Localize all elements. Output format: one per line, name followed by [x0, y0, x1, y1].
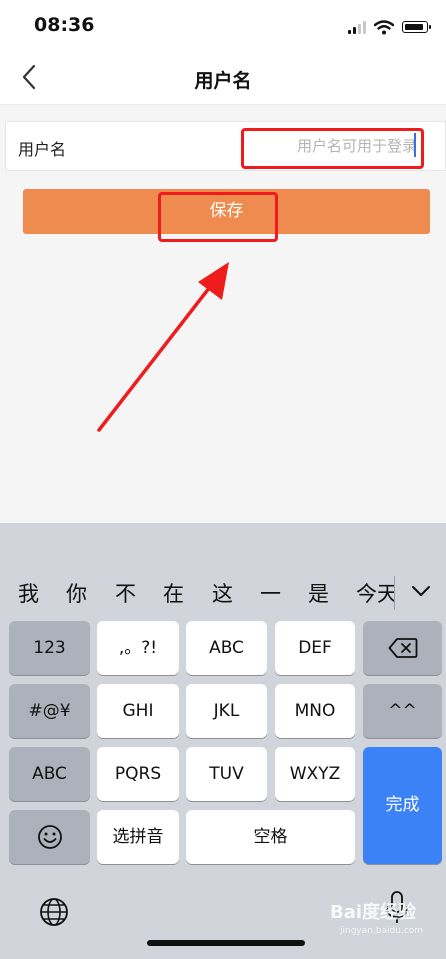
highlight-box-save: [158, 192, 278, 242]
key-label: ABC: [209, 638, 244, 658]
key-punctuation[interactable]: ,。?!: [97, 621, 179, 675]
candidate-item[interactable]: 不: [115, 578, 136, 608]
space-key[interactable]: 空格: [186, 810, 355, 864]
key-label: 选拼音: [112, 827, 164, 847]
key-label: 完成: [385, 795, 420, 815]
chevron-down-icon[interactable]: [408, 580, 434, 602]
key-label: WXYZ: [289, 764, 341, 784]
candidate-divider: [394, 576, 395, 610]
key-label: DEF: [298, 638, 332, 658]
page-title: 用户名: [194, 70, 252, 92]
candidate-item[interactable]: 在: [163, 578, 184, 608]
candidate-item[interactable]: 这: [212, 578, 233, 608]
key-label: JKL: [213, 701, 240, 721]
candidate-item-clipped[interactable]: 今天: [356, 578, 394, 608]
key-label: MNO: [294, 701, 336, 721]
candidate-item[interactable]: 一: [260, 578, 281, 608]
key-pqrs[interactable]: PQRS: [97, 747, 179, 801]
key-label: ABC: [32, 764, 67, 784]
delete-key[interactable]: [363, 621, 442, 675]
highlight-box-input: [241, 128, 424, 169]
home-indicator: [147, 940, 305, 946]
key-123[interactable]: 123: [9, 621, 90, 675]
cellular-signal-icon: [348, 20, 366, 34]
key-label: PQRS: [114, 764, 162, 784]
watermark-logo: Bai度经验: [330, 902, 417, 923]
key-abc[interactable]: ABC: [186, 621, 267, 675]
status-time: 08:36: [34, 14, 95, 36]
key-label: ^^: [388, 701, 417, 721]
keyboard: 我 你 不 在 这 一 是 今天: [0, 523, 446, 959]
key-emoticon[interactable]: ^^: [363, 684, 442, 738]
candidate-item[interactable]: 你: [66, 578, 87, 608]
candidate-item[interactable]: 我: [18, 578, 39, 608]
done-key[interactable]: 完成: [363, 747, 442, 864]
key-select-pinyin[interactable]: 选拼音: [97, 810, 179, 864]
key-label: 123: [33, 638, 66, 658]
key-tuv[interactable]: TUV: [186, 747, 267, 801]
key-ghi[interactable]: GHI: [97, 684, 179, 738]
key-label: #@¥: [28, 701, 71, 721]
key-label: ,。?!: [118, 638, 158, 658]
status-icons: [348, 16, 431, 38]
globe-icon[interactable]: [38, 896, 70, 928]
key-wxyz[interactable]: WXYZ: [275, 747, 355, 801]
wifi-icon: [374, 19, 394, 34]
status-bar: 08:36: [0, 0, 446, 50]
username-label: 用户名: [18, 140, 67, 159]
emoji-key[interactable]: [9, 810, 90, 864]
key-jkl[interactable]: JKL: [186, 684, 267, 738]
candidate-bar: 我 你 不 在 这 一 是 今天: [0, 568, 446, 618]
backspace-icon: [388, 638, 417, 658]
emoji-icon: [37, 825, 62, 849]
nav-bar: 用户名: [0, 50, 446, 105]
candidate-item[interactable]: 是: [308, 578, 329, 608]
key-label: 空格: [253, 827, 288, 847]
battery-icon: [402, 21, 431, 33]
key-abc-mode[interactable]: ABC: [9, 747, 90, 801]
key-label: GHI: [122, 701, 154, 721]
key-label: TUV: [209, 764, 244, 784]
key-def[interactable]: DEF: [275, 621, 355, 675]
key-symbols[interactable]: #@¥: [9, 684, 90, 738]
watermark-url: jingyan.baidu.com: [340, 926, 424, 936]
key-mno[interactable]: MNO: [275, 684, 355, 738]
